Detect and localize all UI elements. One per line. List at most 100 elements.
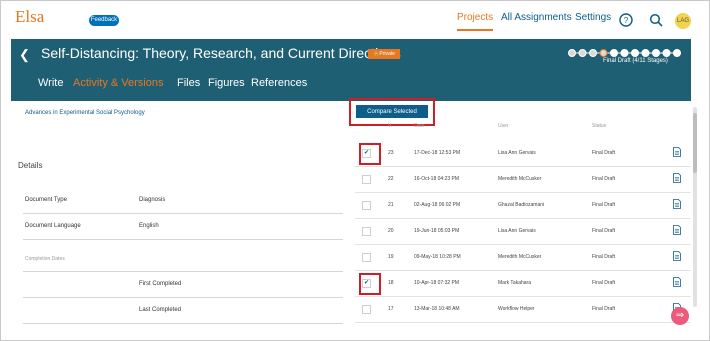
app-window: Elsa Feedback Projects All Assignments S… [0,0,710,341]
scrollbar-thumb[interactable] [693,113,697,173]
detail-row-completion-dates: Completion Dates [23,241,343,272]
stage-dot [631,49,639,57]
version-user: Workflow Helper [498,306,535,312]
version-checkbox[interactable] [362,201,371,210]
table-row[interactable]: 19 09-May-18 10:28 PM Meredith McCusker Fin… [355,244,691,271]
version-number: 17 [388,306,394,312]
column-header-user: User [498,123,509,129]
version-status: Final Draft [592,254,616,260]
stage-label: Final Draft (4/11 Stages) [603,58,668,64]
version-user: Meredith McCusker [498,254,542,260]
version-date: 10-Apr-18 07:32 PM [414,280,460,286]
version-date: 19-Jun-18 05:03 PM [414,228,460,234]
document-icon[interactable] [673,225,681,235]
document-icon[interactable] [673,147,681,157]
detail-label: Document Language [25,223,81,229]
compare-selected-button[interactable]: Compare Selected [356,105,428,118]
version-status: Final Draft [592,306,616,312]
version-user: Meredith McCusker [498,176,542,182]
version-checkbox[interactable] [362,227,371,236]
feedback-button[interactable]: Feedback [89,15,119,26]
tab-figures[interactable]: Figures [208,77,245,89]
stage-progress [568,49,681,57]
table-row[interactable]: 17 13-Mar-18 10:48 AM Workflow Helper Final… [355,296,691,323]
version-number: 20 [388,228,394,234]
version-checkbox[interactable]: ✔ [362,279,371,288]
document-icon[interactable] [673,277,681,287]
compare-button-highlight: Compare Selected [349,98,435,126]
column-header-date: Date [414,123,425,129]
tab-activity-versions[interactable]: Activity & Versions [73,77,163,89]
version-checkbox[interactable]: ✔ [362,149,371,158]
version-number: 19 [388,254,394,260]
detail-label: Document Type [25,197,67,203]
version-user: Lisa Ann Gervais [498,228,536,234]
stage-dot [568,49,576,57]
column-header-status: Status [592,123,607,129]
help-icon[interactable]: ? [619,13,633,27]
stage-dot [652,49,660,57]
version-status: Final Draft [592,280,616,286]
version-status: Final Draft [592,202,616,208]
nav-all-assignments[interactable]: All Assignments [501,12,572,23]
document-title: Self-Distancing: Theory, Research, and C… [41,45,401,61]
tab-files[interactable]: Files [177,77,200,89]
table-row[interactable]: 20 19-Jun-18 05:03 PM Lisa Ann Gervais Fina… [355,218,691,245]
back-chevron-icon[interactable]: ❮ [19,47,30,63]
completion-dates-label: Completion Dates [25,256,65,262]
document-icon[interactable] [673,173,681,183]
stage-dot [589,49,597,57]
column-header-version: V. [388,123,393,129]
version-number: 22 [388,176,394,182]
version-date: 09-May-18 10:28 PM [414,254,461,260]
journal-link[interactable]: Advances in Experimental Social Psycholo… [25,110,145,116]
version-checkbox[interactable] [362,305,371,314]
version-user: Ghazal Badiozamani [498,202,545,208]
stage-dot [610,49,618,57]
detail-row-document-type: Document Type Diagnosis [23,189,343,214]
search-icon[interactable] [649,13,663,27]
detail-value: English [139,223,159,229]
top-navigation: Elsa Feedback Projects All Assignments S… [1,1,709,39]
stage-dot [662,49,671,57]
version-status: Final Draft [592,228,616,234]
stage-dot [620,49,629,57]
user-avatar[interactable]: LAG [675,13,691,29]
version-number: 21 [388,202,394,208]
detail-row-document-language: Document Language English [23,215,343,240]
nav-settings[interactable]: Settings [575,12,611,23]
stage-dot [578,49,587,57]
version-checkbox[interactable] [362,253,371,262]
detail-row-first-completed: First Completed [23,273,343,298]
version-date: 02-Aug-18 06:02 PM [414,202,461,208]
first-completed-label: First Completed [139,281,182,287]
table-row[interactable]: 21 02-Aug-18 06:02 PM Ghazal Badiozamani Fi… [355,192,691,219]
table-row[interactable]: ✔ 23 17-Dec-18 12:53 PM Lisa Ann Gervais Fin… [355,140,691,167]
version-user: Lisa Ann Gervais [498,150,536,156]
version-date: 16-Oct-18 04:23 PM [414,176,460,182]
tab-write[interactable]: Write [38,77,63,89]
version-date: 17-Dec-18 12:53 PM [414,150,461,156]
scrollbar[interactable] [693,107,697,307]
stage-dot [641,49,650,57]
brand-logo[interactable]: Elsa [15,7,44,27]
version-number: 18 [388,280,394,286]
table-row[interactable]: ✔ 18 10-Apr-18 07:32 PM Mark Takahara Final … [355,270,691,297]
version-user: Mark Takahara [498,280,531,286]
last-completed-label: Last Completed [139,307,182,313]
stage-dot [599,49,608,57]
detail-value: Diagnosis [139,197,166,203]
table-row[interactable]: 22 16-Oct-18 04:23 PM Meredith McCusker Fin… [355,166,691,193]
private-badge: 🔒Private [368,49,400,59]
version-status: Final Draft [592,150,616,156]
version-date: 13-Mar-18 10:48 AM [414,306,460,312]
document-icon[interactable] [673,199,681,209]
svg-text:?: ? [624,16,629,25]
version-checkbox[interactable] [362,175,371,184]
document-icon[interactable] [673,251,681,261]
tab-references[interactable]: References [251,77,307,89]
detail-row-last-completed: Last Completed [23,299,343,324]
assistant-fab-button[interactable]: ⇒ [671,307,689,325]
version-status: Final Draft [592,176,616,182]
nav-projects[interactable]: Projects [457,12,494,31]
